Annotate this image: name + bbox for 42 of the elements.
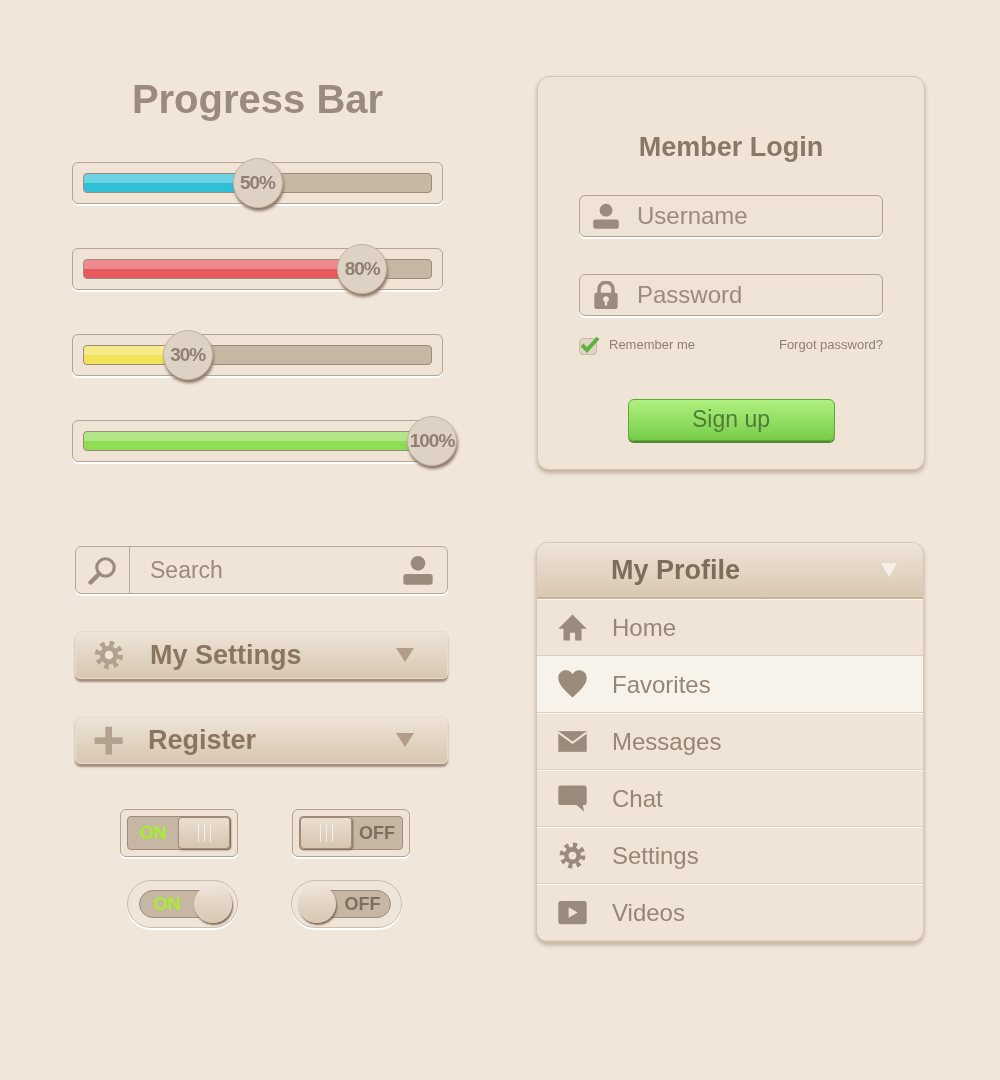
lock-icon — [592, 280, 620, 309]
search-icon — [87, 555, 118, 585]
login-title: Member Login — [638, 131, 824, 164]
progress-thumb[interactable]: 100% — [407, 416, 457, 466]
progress-thumb[interactable]: 30% — [162, 330, 213, 380]
toggle-switch[interactable]: ON — [127, 880, 238, 928]
menu-header[interactable]: My Profile — [537, 543, 923, 599]
checkbox[interactable] — [579, 334, 601, 355]
username-field[interactable]: Username — [637, 197, 857, 234]
search-field[interactable]: Search — [150, 552, 402, 588]
gear-icon — [92, 638, 126, 672]
section-title: Progress Bar — [131, 76, 384, 122]
field-frame[interactable]: Password — [579, 273, 883, 316]
menu-item[interactable]: Settings — [537, 827, 923, 884]
toggle-switch[interactable]: OFF — [299, 816, 403, 850]
home-icon — [557, 612, 588, 643]
progress-thumb[interactable]: 80% — [337, 244, 388, 294]
dropdown-button[interactable]: My Settings — [75, 631, 448, 679]
menu-item[interactable]: Home — [537, 599, 923, 656]
gear-icon — [557, 840, 588, 871]
menu-item[interactable]: Videos — [537, 884, 923, 941]
password-field[interactable]: Password — [637, 276, 857, 313]
plus-icon — [92, 724, 124, 756]
menu-item[interactable]: Messages — [537, 713, 923, 770]
field-frame[interactable]: Username — [579, 194, 883, 237]
checkbox-label: Remember me — [609, 335, 695, 354]
sign-up-button[interactable]: Sign up — [627, 398, 835, 441]
caret-icon — [396, 648, 414, 662]
user-icon — [592, 201, 620, 230]
caret-icon — [396, 733, 414, 747]
caret-icon — [881, 563, 897, 577]
progress-thumb[interactable]: 50% — [232, 158, 283, 208]
search-bar[interactable]: Search — [75, 546, 448, 594]
user-icon — [402, 554, 434, 586]
speech-bubble-icon — [557, 783, 588, 814]
forgot-password-link[interactable]: Forgot password? — [778, 334, 883, 355]
toggle-switch[interactable]: OFF — [291, 880, 402, 928]
toggle-switch[interactable]: ON — [127, 816, 231, 850]
menu-item[interactable]: Chat — [537, 770, 923, 827]
menu-item[interactable]: Favorites — [537, 656, 923, 713]
dropdown-button[interactable]: Register — [75, 716, 448, 764]
heart-icon — [557, 669, 588, 700]
